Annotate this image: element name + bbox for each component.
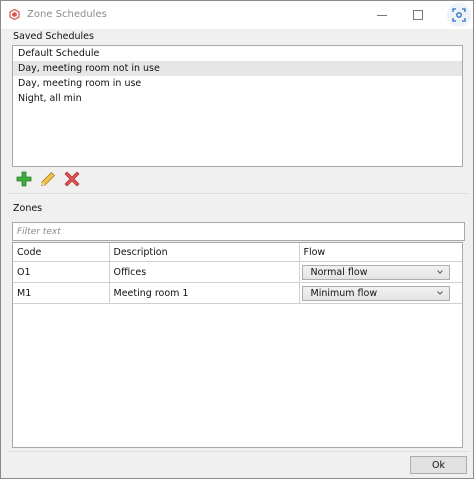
delete-schedule-button[interactable] (63, 170, 81, 188)
window-title: Zone Schedules (27, 9, 107, 20)
list-item[interactable]: Day, meeting room in use (13, 76, 462, 91)
pencil-icon (41, 171, 56, 186)
x-icon (64, 171, 80, 187)
ok-button[interactable]: Ok (410, 456, 467, 474)
list-item[interactable]: Default Schedule (13, 46, 462, 61)
table-row[interactable]: M1 Meeting room 1 Minimum flow (13, 282, 462, 304)
zone-code-cell[interactable]: M1 (13, 282, 110, 304)
zone-flow-cell: Normal flow (299, 261, 462, 283)
edit-schedule-button[interactable] (39, 170, 57, 188)
screen-capture-button[interactable] (447, 3, 471, 27)
minimize-icon (377, 15, 387, 16)
zone-schedules-window: Zone Schedules Saved Schedules Default S… (0, 0, 474, 479)
list-item[interactable]: Night, all min (13, 91, 462, 106)
column-header-code[interactable]: Code (13, 243, 110, 262)
zones-table: Code Description Flow O1 Offices Normal … (12, 242, 463, 448)
section-divider (8, 193, 468, 194)
chevron-down-icon (436, 269, 443, 274)
saved-schedules-label: Saved Schedules (13, 31, 94, 42)
zone-flow-cell: Minimum flow (299, 282, 462, 304)
add-schedule-button[interactable] (15, 170, 33, 188)
minimize-button[interactable] (363, 1, 401, 29)
column-header-description[interactable]: Description (109, 243, 300, 262)
saved-schedules-list[interactable]: Default Schedule Day, meeting room not i… (12, 45, 463, 167)
maximize-button[interactable] (399, 1, 437, 29)
screen-capture-icon (452, 8, 466, 22)
title-bar: Zone Schedules (1, 1, 473, 29)
zone-description-cell[interactable]: Offices (109, 261, 300, 283)
zone-description-cell[interactable]: Meeting room 1 (109, 282, 300, 304)
app-logo-icon (9, 8, 20, 21)
table-header-row: Code Description Flow (13, 243, 462, 262)
table-row[interactable]: O1 Offices Normal flow (13, 261, 462, 283)
list-item[interactable]: Day, meeting room not in use (13, 61, 462, 76)
maximize-icon (413, 10, 423, 20)
flow-dropdown[interactable]: Minimum flow (301, 285, 450, 301)
footer-divider (8, 451, 468, 452)
flow-dropdown-value: Normal flow (310, 266, 368, 278)
filter-input[interactable] (12, 222, 465, 241)
chevron-down-icon (436, 290, 443, 295)
flow-dropdown-value: Minimum flow (310, 287, 378, 299)
plus-icon (16, 171, 32, 187)
zone-code-cell[interactable]: O1 (13, 261, 110, 283)
column-header-flow[interactable]: Flow (299, 243, 462, 262)
flow-dropdown[interactable]: Normal flow (301, 264, 450, 280)
zones-label: Zones (13, 203, 43, 214)
